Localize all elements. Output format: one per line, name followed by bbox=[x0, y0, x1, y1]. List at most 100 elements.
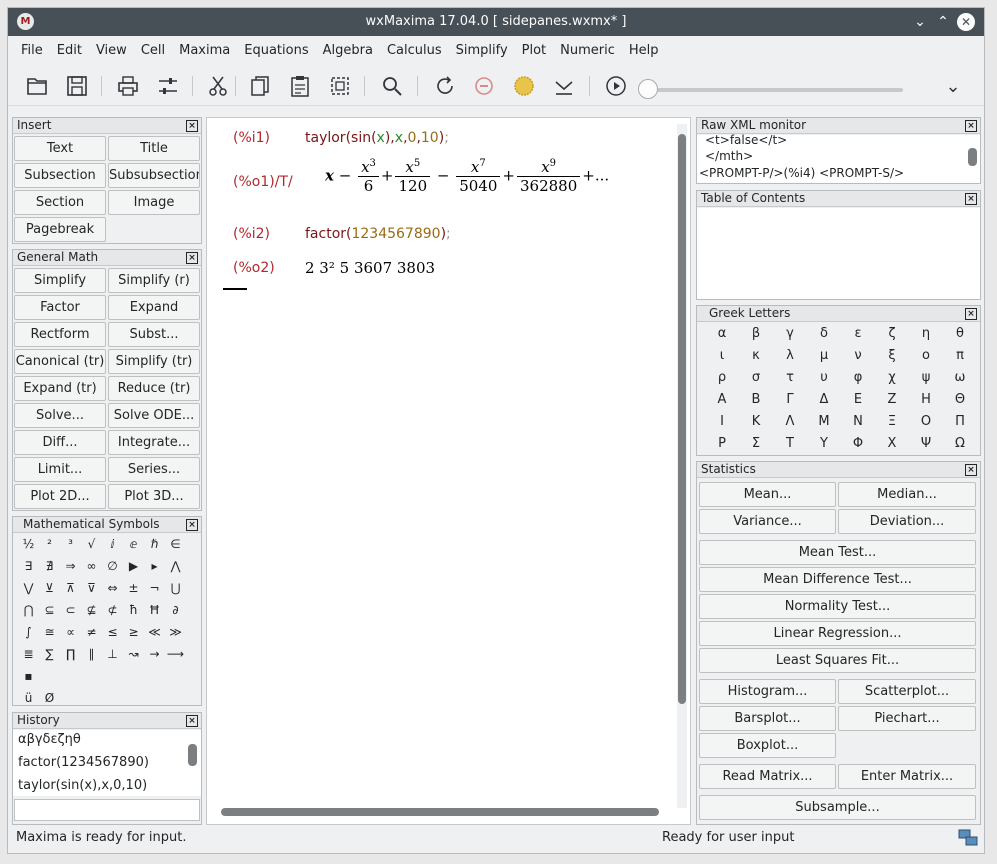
greek-letter-button[interactable]: Κ bbox=[739, 414, 773, 429]
follow-icon[interactable] bbox=[510, 72, 538, 100]
greek-letter-button[interactable]: λ bbox=[773, 348, 807, 363]
math-symbol-button[interactable]: ⊥ bbox=[102, 647, 123, 661]
piechart-button[interactable]: Piechart... bbox=[838, 706, 976, 731]
close-pane-icon[interactable]: × bbox=[965, 308, 977, 320]
scatterplot-button[interactable]: Scatterplot... bbox=[838, 679, 976, 704]
math-symbol-button[interactable]: ½ bbox=[18, 537, 39, 551]
math-symbol-button[interactable]: ∥ bbox=[81, 647, 102, 661]
math-symbol-button[interactable]: ⅇ bbox=[123, 537, 144, 551]
integrate-button[interactable]: Integrate... bbox=[108, 430, 200, 455]
close-pane-icon[interactable]: × bbox=[186, 519, 198, 531]
menu-simplify[interactable]: Simplify bbox=[449, 43, 515, 58]
history-scrollbar[interactable] bbox=[188, 744, 197, 766]
cut-icon[interactable] bbox=[204, 72, 232, 100]
plot-2d-button[interactable]: Plot 2D... bbox=[14, 484, 106, 509]
insert-text-button[interactable]: Text bbox=[14, 136, 106, 161]
menu-plot[interactable]: Plot bbox=[515, 43, 554, 58]
select-all-icon[interactable] bbox=[326, 72, 354, 100]
greek-letter-button[interactable]: ο bbox=[909, 348, 943, 363]
close-pane-icon[interactable]: × bbox=[965, 120, 977, 132]
series-button[interactable]: Series... bbox=[108, 457, 200, 482]
greek-letter-button[interactable]: ι bbox=[705, 348, 739, 363]
math-symbol-button[interactable]: ² bbox=[39, 537, 60, 551]
math-symbol-button[interactable]: ≫ bbox=[165, 625, 186, 639]
greek-letter-button[interactable]: μ bbox=[807, 348, 841, 363]
math-symbol-button[interactable]: ▶ bbox=[123, 559, 144, 573]
math-symbol-button[interactable]: ± bbox=[123, 581, 144, 595]
math-symbol-button[interactable]: Ħ bbox=[144, 603, 165, 617]
enter-matrix-button[interactable]: Enter Matrix... bbox=[838, 764, 976, 789]
linear-regression-button[interactable]: Linear Regression... bbox=[699, 621, 976, 646]
greek-letter-button[interactable]: Γ bbox=[773, 392, 807, 407]
greek-letter-button[interactable]: Ζ bbox=[875, 392, 909, 407]
greek-letter-button[interactable]: ν bbox=[841, 348, 875, 363]
insert-title-button[interactable]: Title bbox=[108, 136, 200, 161]
greek-letter-button[interactable]: ω bbox=[943, 370, 977, 385]
menu-calculus[interactable]: Calculus bbox=[380, 43, 449, 58]
paste-icon[interactable] bbox=[286, 72, 314, 100]
insert-subsubsection-button[interactable]: Subsubsection bbox=[108, 163, 200, 188]
greek-letter-button[interactable]: φ bbox=[841, 370, 875, 385]
greek-letter-button[interactable]: α bbox=[705, 326, 739, 341]
diff-button[interactable]: Diff... bbox=[14, 430, 106, 455]
expand-button[interactable]: Expand bbox=[108, 295, 200, 320]
input-cell-2[interactable]: factor(1234567890); bbox=[305, 226, 451, 242]
greek-letter-button[interactable]: κ bbox=[739, 348, 773, 363]
greek-letter-button[interactable]: Η bbox=[909, 392, 943, 407]
greek-letter-button[interactable]: Ο bbox=[909, 414, 943, 429]
animation-slider[interactable] bbox=[647, 88, 903, 92]
expand-tr-button[interactable]: Expand (tr) bbox=[14, 376, 106, 401]
play-icon[interactable] bbox=[602, 72, 630, 100]
close-button[interactable]: ✕ bbox=[957, 13, 975, 31]
greek-letter-button[interactable]: Ξ bbox=[875, 414, 909, 429]
math-symbol-button[interactable]: √ bbox=[81, 537, 102, 551]
solve-button[interactable]: Solve... bbox=[14, 403, 106, 428]
math-symbol-button[interactable]: ∑ bbox=[39, 647, 60, 661]
math-symbol-button[interactable]: ⟶ bbox=[165, 647, 186, 661]
greek-letter-button[interactable]: Ν bbox=[841, 414, 875, 429]
greek-letter-button[interactable]: Χ bbox=[875, 436, 909, 451]
solve-ode-button[interactable]: Solve ODE... bbox=[108, 403, 200, 428]
read-matrix-button[interactable]: Read Matrix... bbox=[699, 764, 836, 789]
math-symbol-button[interactable]: ⊄ bbox=[102, 603, 123, 617]
greek-letter-button[interactable]: υ bbox=[807, 370, 841, 385]
math-symbol-button[interactable]: ⇒ bbox=[60, 559, 81, 573]
greek-letter-button[interactable]: χ bbox=[875, 370, 909, 385]
math-symbol-button[interactable]: ∏ bbox=[60, 647, 81, 661]
math-symbol-button[interactable]: ⋂ bbox=[18, 603, 39, 617]
close-pane-icon[interactable]: × bbox=[186, 715, 198, 727]
history-item[interactable]: factor(1234567890) bbox=[18, 755, 149, 770]
greek-letter-button[interactable]: Τ bbox=[773, 436, 807, 451]
preferences-icon[interactable] bbox=[154, 72, 182, 100]
math-symbol-button[interactable]: ↝ bbox=[123, 647, 144, 661]
greek-letter-button[interactable]: Ψ bbox=[909, 436, 943, 451]
input-cell-1[interactable]: taylor(sin(x),x,0,10); bbox=[305, 130, 449, 146]
greek-letter-button[interactable]: Ε bbox=[841, 392, 875, 407]
greek-letter-button[interactable]: η bbox=[909, 326, 943, 341]
plot-3d-button[interactable]: Plot 3D... bbox=[108, 484, 200, 509]
math-symbol-button[interactable]: ⋃ bbox=[165, 581, 186, 595]
greek-letter-button[interactable]: Β bbox=[739, 392, 773, 407]
math-symbol-button[interactable]: ≣ bbox=[18, 647, 39, 661]
slider-handle[interactable] bbox=[638, 79, 658, 99]
greek-letter-button[interactable]: Α bbox=[705, 392, 739, 407]
worksheet[interactable]: (%i1) taylor(sin(x),x,0,10); (%o1)/T/ x … bbox=[206, 117, 691, 825]
math-symbol-button[interactable]: ∫ bbox=[18, 625, 39, 639]
math-symbol-button[interactable]: ⊈ bbox=[81, 603, 102, 617]
menu-edit[interactable]: Edit bbox=[50, 43, 89, 58]
greek-letter-button[interactable]: Ω bbox=[943, 436, 977, 451]
insert-subsection-button[interactable]: Subsection bbox=[14, 163, 106, 188]
math-symbol-button[interactable]: ▸ bbox=[144, 559, 165, 573]
math-symbol-button[interactable]: ≪ bbox=[144, 625, 165, 639]
greek-letter-button[interactable]: Ι bbox=[705, 414, 739, 429]
greek-letter-button[interactable]: ε bbox=[841, 326, 875, 341]
math-symbol-button[interactable]: ħ bbox=[123, 603, 144, 617]
math-symbol-button[interactable]: ⅈ bbox=[102, 537, 123, 551]
greek-letter-button[interactable]: β bbox=[739, 326, 773, 341]
math-symbol-button[interactable]: ü bbox=[18, 691, 39, 705]
math-symbol-button[interactable]: ∃ bbox=[18, 559, 39, 573]
greek-letter-button[interactable]: Μ bbox=[807, 414, 841, 429]
math-symbol-button[interactable]: ∄ bbox=[39, 559, 60, 573]
menu-numeric[interactable]: Numeric bbox=[553, 43, 622, 58]
greek-letter-button[interactable]: Ρ bbox=[705, 436, 739, 451]
